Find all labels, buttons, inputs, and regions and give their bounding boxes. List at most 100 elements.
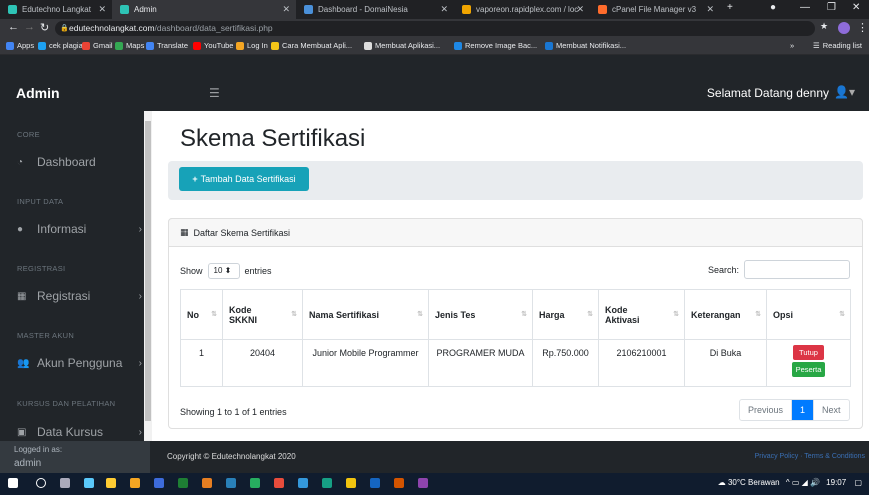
maximize-icon[interactable]: ❐ <box>827 2 836 13</box>
forward-icon[interactable]: → <box>24 21 35 33</box>
column-header-jenis-tes[interactable]: Jenis Tes ⇅ <box>428 289 533 340</box>
close-icon[interactable]: ✕ <box>440 4 448 15</box>
new-tab-button[interactable]: + <box>727 2 733 13</box>
footer-links[interactable]: Privacy Policy · Terms & Conditions <box>755 453 865 460</box>
browser-tab[interactable]: Dashboard - DomaiNesia ✕ <box>296 0 454 19</box>
bookmark-item[interactable]: Membuat Aplikasi... <box>364 41 440 50</box>
add-sertifikasi-button[interactable]: + Tambah Data Sertifikasi <box>179 167 309 191</box>
app-icon[interactable] <box>202 478 212 488</box>
app-icon[interactable] <box>226 478 236 488</box>
windows-start-icon[interactable] <box>8 478 18 488</box>
menu-dots-icon[interactable]: ⋮ <box>857 21 868 34</box>
back-icon[interactable]: ← <box>8 21 19 33</box>
sidebar-scroll-thumb[interactable] <box>145 121 151 421</box>
app-icon[interactable] <box>154 478 164 488</box>
next-page-button[interactable]: Next <box>814 400 849 420</box>
browser-tab[interactable]: cPanel File Manager v3 ✕ <box>590 0 720 19</box>
close-icon[interactable]: ✕ <box>576 4 584 15</box>
sort-icon: ⇅ <box>587 311 593 318</box>
browser-tab-active[interactable]: Admin ✕ <box>112 0 296 19</box>
previous-page-button[interactable]: Previous <box>740 400 793 420</box>
avatar[interactable] <box>838 22 850 34</box>
excel-icon[interactable] <box>178 478 188 488</box>
sidebar-item-informasi[interactable]: ● Informasi › <box>17 222 142 236</box>
column-header-harga[interactable]: Harga ⇅ <box>532 289 599 340</box>
bookmark-item[interactable]: Cara Membuat Apli... <box>271 41 352 50</box>
bookmark-item[interactable]: cek plagiat <box>38 41 85 50</box>
peserta-button[interactable]: Peserta <box>791 362 826 377</box>
tachometer-icon: ◔ <box>17 156 24 168</box>
app-icon[interactable] <box>418 478 428 488</box>
task-view-icon[interactable] <box>60 478 70 488</box>
clock[interactable]: 19:07 <box>826 478 846 487</box>
sidebar-heading-master-akun: MASTER AKUN <box>17 331 75 340</box>
store-icon[interactable] <box>106 478 116 488</box>
profile-icon[interactable]: ● <box>770 2 776 13</box>
search-input[interactable] <box>744 260 850 279</box>
bookmark-apps[interactable]: Apps <box>6 41 34 50</box>
bookmark-item[interactable]: Gmail <box>82 41 113 50</box>
sort-icon: ⇅ <box>673 311 679 318</box>
close-icon[interactable]: ✕ <box>706 4 714 15</box>
tray-icons[interactable]: ^ ▭ ◢ 🔊 <box>786 478 820 487</box>
table-icon: ▦ <box>180 227 189 237</box>
sidebar-item-label: Dashboard <box>37 155 96 169</box>
bookmarks-overflow[interactable]: » <box>790 41 794 50</box>
bookmark-item[interactable]: Membuat Notifikasi... <box>545 41 626 50</box>
info-icon: ● <box>17 223 24 235</box>
bookmark-item[interactable]: Maps <box>115 41 144 50</box>
page-1-button[interactable]: 1 <box>792 400 815 420</box>
column-header-opsi[interactable]: Opsi ⇅ <box>766 289 851 340</box>
url-field[interactable]: 🔒 edutechnolangkat.com/dashboard/data_se… <box>55 21 815 36</box>
page-footer: Copyright © Edutechnolangkat 2020 Privac… <box>150 441 869 473</box>
entries-label: entries <box>244 266 272 276</box>
chrome-icon[interactable] <box>346 478 356 488</box>
app-icon[interactable] <box>84 478 94 488</box>
reload-icon[interactable]: ↻ <box>40 21 49 34</box>
reading-list-icon: ☰ <box>813 41 820 50</box>
minimize-icon[interactable]: — <box>800 2 810 13</box>
book-icon: ▣ <box>17 426 27 438</box>
column-header-kode-aktivasi[interactable]: Kode Aktivasi ⇅ <box>598 289 685 340</box>
app-icon[interactable] <box>322 478 332 488</box>
column-header-keterangan[interactable]: Keterangan ⇅ <box>684 289 767 340</box>
reading-list[interactable]: ☰ Reading list <box>813 41 862 50</box>
user-menu-icon[interactable]: 👤▾ <box>834 85 855 99</box>
bookmark-item[interactable]: Log In <box>236 41 268 50</box>
app-icon[interactable] <box>274 478 284 488</box>
bookmark-item[interactable]: YouTube <box>193 41 233 50</box>
weather-text[interactable]: 30°C Berawan <box>728 478 780 487</box>
show-label: Show <box>180 266 203 276</box>
search-label: Search: <box>708 265 740 275</box>
sidebar-item-dashboard[interactable]: ◔ Dashboard <box>17 155 142 169</box>
sidebar-item-akun-pengguna[interactable]: 👥 Akun Pengguna › <box>17 356 142 370</box>
close-icon[interactable]: ✕ <box>282 4 290 15</box>
tutup-button[interactable]: Tutup <box>793 345 824 360</box>
column-header-no[interactable]: No ⇅ <box>180 289 223 340</box>
browser-tab[interactable]: vaporeon.rapidplex.com / loc ✕ <box>454 0 590 19</box>
sidebar-item-registrasi[interactable]: ▦ Registrasi › <box>17 289 142 303</box>
sidebar-item-label: Data Kursus <box>37 425 104 439</box>
bookmark-item[interactable]: Translate <box>146 41 188 50</box>
window-close-icon[interactable]: ✕ <box>852 2 860 13</box>
entries-select[interactable]: 10 ⬍ <box>207 263 240 279</box>
app-icon[interactable] <box>250 478 260 488</box>
table-header-row: No ⇅ Kode SKKNI ⇅ Nama Sertifikasi ⇅ Jenis … <box>180 289 851 340</box>
browser-tab[interactable]: Edutechno Langkat ✕ <box>0 0 112 19</box>
file-explorer-icon[interactable] <box>130 478 140 488</box>
sidebar-toggle-icon[interactable]: ☰ <box>209 86 220 100</box>
extensions-icon[interactable]: ★ <box>820 21 828 32</box>
top-navbar: Admin ☰ Selamat Datang denny 👤▾ <box>0 55 869 111</box>
column-header-nama[interactable]: Nama Sertifikasi ⇅ <box>302 289 429 340</box>
column-header-kode-skkni[interactable]: Kode SKKNI ⇅ <box>222 289 303 340</box>
close-icon[interactable]: ✕ <box>98 4 106 15</box>
bookmark-favicon-icon <box>271 41 279 50</box>
bookmark-item[interactable]: Remove Image Bac... <box>454 41 537 50</box>
notification-icon[interactable]: ▢ <box>854 478 862 487</box>
brand[interactable]: Admin <box>16 85 60 101</box>
app-icon[interactable] <box>298 478 308 488</box>
app-icon[interactable] <box>394 478 404 488</box>
search-icon[interactable] <box>36 478 46 488</box>
vscode-icon[interactable] <box>370 478 380 488</box>
sidebar-item-data-kursus[interactable]: ▣ Data Kursus › <box>17 425 142 439</box>
